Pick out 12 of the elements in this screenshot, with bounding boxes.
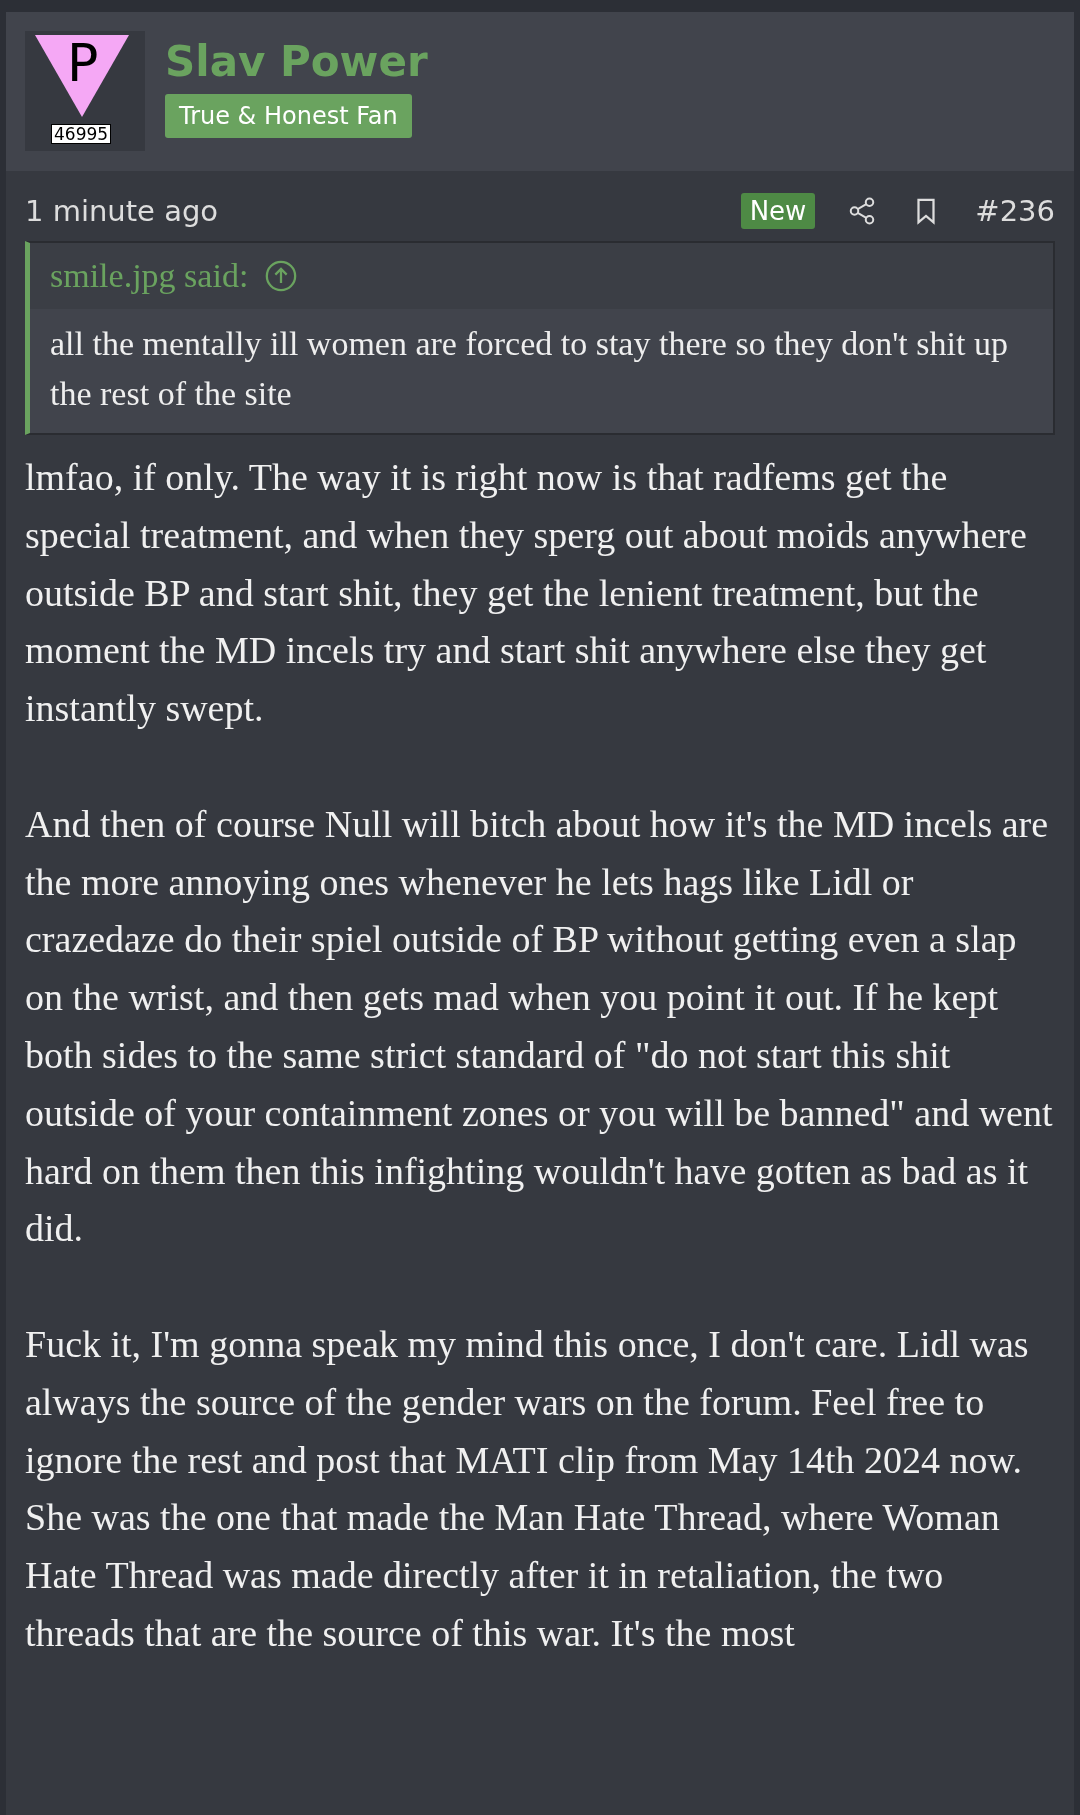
new-badge: New: [740, 193, 816, 229]
post-time-link[interactable]: 1 minute ago: [25, 194, 219, 228]
post-paragraph: Fuck it, I'm gonna speak my mind this once, I don't care. Lidl was always the source of the gender wars on the forum. Feel free to ignore the rest and post that MATI clip from May 14th 2024 now. She was the one that made the Man Hate Thread, where Woman Hate Thread was made directly after it in retaliation, the two threads that are the source of this war. It's the most: [25, 1321, 1030, 1656]
post-paragraph: And then of course Null will bitch about how it's the MD incels are the more annoying ones whenever he lets hags like Lidl or crazedaze do their spiel outside of BP without getting even a slap on the wrist, and then gets mad when you point it out. If he kept both sides to the same strict standard of "do not start this shit outside of your containment zones or you will be banned" and went hard on them then this infighting wouldn't have gotten as bad as it did.: [25, 801, 1054, 1252]
avatar-letter: P: [67, 33, 99, 93]
quote-attribution-link[interactable]: smile.jpg said:: [50, 257, 249, 295]
user-title-badge: True & Honest Fan: [165, 94, 412, 138]
quote-text: all the mentally ill women are forced to stay there so they don't shit up the rest of the site: [30, 309, 1053, 433]
avatar-number: 46995: [51, 124, 112, 144]
post-paragraph: lmfao, if only. The way it is right now is that radfems get the special treatment, and when they sperg out about moids anywhere outside BP and start shit, they get the lenient treatment, but the moment the MD incels try and start shit anywhere else they get instantly swept.: [25, 455, 1028, 732]
arrow-up-circle-icon[interactable]: [264, 259, 299, 293]
post-number-link[interactable]: #236: [975, 194, 1055, 228]
